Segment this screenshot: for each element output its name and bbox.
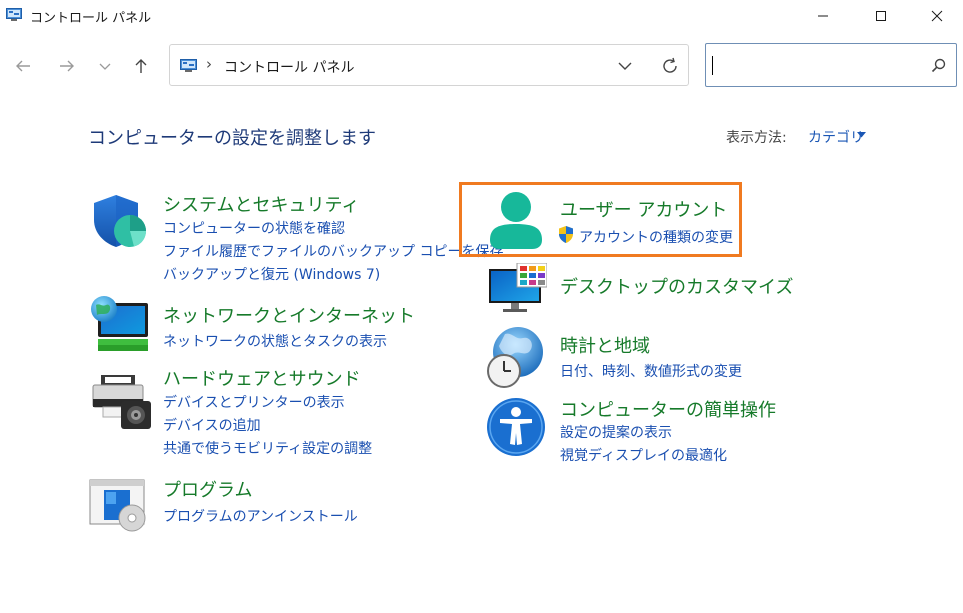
navigation-bar: › コントロール パネル bbox=[0, 32, 963, 102]
window-title: コントロール パネル bbox=[30, 11, 152, 26]
refresh-icon[interactable] bbox=[660, 56, 680, 76]
control-panel-icon bbox=[180, 59, 197, 72]
link-change-account-type[interactable]: アカウントの種類の変更 bbox=[579, 227, 733, 247]
clock-globe-icon[interactable] bbox=[485, 326, 549, 388]
user-avatar-icon[interactable] bbox=[488, 190, 544, 250]
minimize-icon bbox=[818, 15, 828, 17]
link-mobility-settings[interactable]: 共通で使うモビリティ設定の調整 bbox=[163, 438, 372, 458]
breadcrumb-control-panel[interactable]: コントロール パネル bbox=[224, 57, 354, 77]
close-button[interactable] bbox=[911, 0, 963, 32]
link-date-time-format[interactable]: 日付、時刻、数値形式の変更 bbox=[560, 361, 742, 381]
link-settings-suggestions[interactable]: 設定の提案の表示 bbox=[560, 422, 672, 442]
desktop-monitor-icon[interactable] bbox=[487, 263, 547, 315]
chevron-down-icon bbox=[99, 63, 111, 70]
category-ease-of-access[interactable]: コンピューターの簡単操作 bbox=[560, 396, 776, 422]
arrow-right-icon bbox=[60, 60, 74, 72]
search-input[interactable] bbox=[716, 52, 920, 80]
category-network-internet[interactable]: ネットワークとインターネット bbox=[163, 302, 415, 328]
up-button[interactable] bbox=[129, 54, 153, 78]
maximize-icon bbox=[876, 11, 886, 21]
minimize-button[interactable] bbox=[797, 0, 849, 32]
page-title: コンピューターの設定を調整します bbox=[88, 128, 376, 149]
close-icon bbox=[931, 10, 943, 22]
chevron-down-icon[interactable] bbox=[616, 57, 634, 75]
title-bar: コントロール パネル bbox=[0, 0, 963, 32]
category-system-security[interactable]: システムとセキュリティ bbox=[163, 191, 359, 217]
link-backup-restore[interactable]: バックアップと復元 (Windows 7) bbox=[163, 264, 380, 284]
recent-locations-button[interactable] bbox=[93, 54, 117, 78]
category-desktop-customization[interactable]: デスクトップのカスタマイズ bbox=[560, 273, 793, 299]
programs-icon[interactable] bbox=[88, 478, 152, 532]
network-globe-icon[interactable] bbox=[88, 293, 152, 355]
view-by-dropdown[interactable]: カテゴリ bbox=[808, 127, 864, 147]
uac-shield-icon bbox=[559, 226, 573, 243]
arrow-left-icon bbox=[16, 60, 30, 72]
category-programs[interactable]: プログラム bbox=[163, 476, 252, 502]
breadcrumb-separator: › bbox=[206, 55, 212, 73]
triangle-down-icon[interactable] bbox=[857, 132, 866, 138]
arrow-up-icon bbox=[135, 59, 147, 73]
link-network-status[interactable]: ネットワークの状態とタスクの表示 bbox=[163, 331, 387, 351]
shield-icon[interactable] bbox=[90, 193, 150, 249]
search-icon[interactable] bbox=[930, 57, 947, 74]
link-check-computer-status[interactable]: コンピューターの状態を確認 bbox=[163, 218, 345, 238]
text-caret bbox=[712, 56, 713, 75]
forward-button[interactable] bbox=[55, 54, 79, 78]
accessibility-icon[interactable] bbox=[486, 397, 546, 457]
link-add-device[interactable]: デバイスの追加 bbox=[163, 415, 261, 435]
view-by-label: 表示方法: bbox=[726, 130, 787, 146]
control-panel-icon bbox=[6, 8, 22, 21]
link-file-history-backup[interactable]: ファイル履歴でファイルのバックアップ コピーを保存 bbox=[163, 241, 503, 261]
category-user-accounts[interactable]: ユーザー アカウント bbox=[560, 196, 727, 222]
category-hardware-sound[interactable]: ハードウェアとサウンド bbox=[163, 365, 361, 391]
search-box[interactable] bbox=[705, 43, 957, 87]
address-bar[interactable]: › コントロール パネル bbox=[169, 44, 689, 86]
link-devices-printers[interactable]: デバイスとプリンターの表示 bbox=[163, 392, 345, 412]
maximize-button[interactable] bbox=[855, 0, 907, 32]
category-clock-region[interactable]: 時計と地域 bbox=[560, 332, 650, 358]
back-button[interactable] bbox=[11, 54, 35, 78]
link-uninstall-program[interactable]: プログラムのアンインストール bbox=[163, 506, 358, 526]
link-optimize-visual-display[interactable]: 視覚ディスプレイの最適化 bbox=[560, 445, 727, 465]
printer-speaker-icon[interactable] bbox=[91, 375, 151, 429]
